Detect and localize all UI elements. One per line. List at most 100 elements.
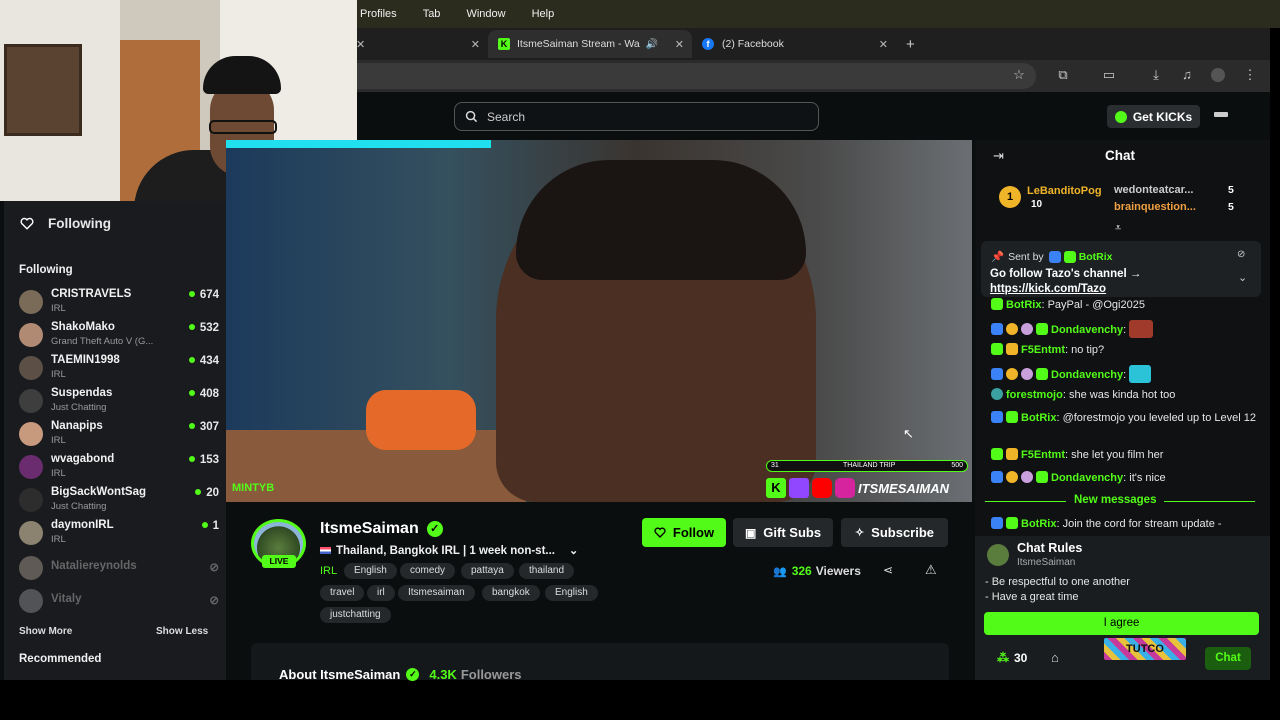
tag-chip[interactable]: Itsmesaiman — [398, 585, 475, 601]
emote-preview[interactable]: TUTCO — [1104, 638, 1186, 660]
about-heading: About ItsmeSaiman ✓ 4.3K Followers — [279, 667, 522, 682]
sidebar-channel-suspendas[interactable]: Suspendas Just Chatting 408 — [19, 387, 219, 417]
get-kicks-button[interactable]: Get KICKs — [1107, 105, 1200, 128]
close-icon[interactable]: ✕ — [879, 38, 888, 51]
tag-chip[interactable]: travel — [320, 585, 365, 601]
menu-help[interactable]: Help — [532, 8, 555, 20]
agree-button[interactable]: I agree — [984, 612, 1259, 635]
bot-badge-icon — [1048, 250, 1061, 263]
search-icon — [465, 110, 478, 123]
category-link[interactable]: IRL — [320, 565, 337, 577]
speaker-icon[interactable]: 🔊 — [646, 39, 658, 50]
kick-logo-icon: K — [766, 478, 786, 498]
extensions-icon[interactable]: ⧉ — [1056, 68, 1070, 82]
pinned-text: Go follow Tazo's channel → — [990, 268, 1142, 280]
sidebar-channel-bigsackwontsag[interactable]: BigSackWontSag Just Chatting 20 — [19, 486, 219, 516]
following-header[interactable]: Following — [20, 216, 111, 231]
profile-avatar-icon[interactable] — [1211, 68, 1225, 82]
gifter-name[interactable]: brainquestion... — [1114, 201, 1196, 213]
chevron-down-icon[interactable]: ⌄ — [1238, 271, 1247, 284]
show-less-link[interactable]: Show Less — [156, 626, 208, 637]
viewers-icon: 👥 — [773, 565, 787, 578]
sidebar-channel-taemin1998[interactable]: TAEMIN1998 IRL 434 — [19, 354, 219, 384]
report-icon[interactable]: ⚠ — [925, 562, 937, 578]
pinned-message: 📌 Sent by BotRix Go follow Tazo's channe… — [981, 241, 1261, 297]
kebab-menu-icon[interactable]: ⋮ — [1243, 68, 1257, 82]
tag-chip[interactable]: irl — [367, 585, 395, 601]
chevron-down-icon[interactable]: ⌄ — [569, 544, 578, 557]
share-icon[interactable]: ⋖ — [883, 563, 893, 577]
tag-chip[interactable]: comedy — [400, 563, 456, 579]
sidebar-channel-daymonirl[interactable]: daymonIRL IRL 1 — [19, 519, 219, 549]
new-messages-label[interactable]: New messages — [1066, 494, 1165, 506]
sidebar-channel-wvagabond[interactable]: wvagabond IRL 153 — [19, 453, 219, 483]
twitch-logo-icon — [789, 478, 809, 498]
chat-message: F5Entmt: she let you film her — [991, 448, 1261, 463]
person-glasses — [209, 120, 277, 134]
gifter-name[interactable]: LeBanditoPog — [1027, 185, 1102, 197]
tag-chip[interactable]: justchatting — [320, 607, 391, 623]
download-icon[interactable]: ⤓ — [1149, 68, 1163, 82]
gift-badge-icon — [1036, 471, 1048, 483]
avatar — [19, 455, 43, 479]
gift-subs-button[interactable]: ▣ Gift Subs — [733, 518, 833, 547]
sidebar-channel-nanapips[interactable]: Nanapips IRL 307 — [19, 420, 219, 450]
collapse-chat-icon[interactable]: ⇥ — [993, 148, 1004, 164]
tag-chip[interactable]: English — [344, 563, 397, 579]
wall-art — [4, 44, 82, 136]
rules-line: - Have a great time — [985, 591, 1079, 603]
unpin-icon[interactable]: ⊘ — [1237, 249, 1245, 260]
user-menu-icon[interactable] — [1214, 112, 1228, 117]
channel-points[interactable]: ⁂ 30 — [997, 651, 1027, 665]
new-tab-button[interactable]: + — [896, 30, 925, 58]
sidebar-channel-cristravels[interactable]: CRISTRAVELS IRL 674 — [19, 288, 219, 318]
store-icon[interactable]: ⌂ — [1051, 650, 1059, 665]
search-input[interactable]: Search — [454, 102, 819, 131]
tag-chip[interactable]: English — [545, 585, 598, 601]
tab-kick[interactable]: K ItsmeSaiman Stream - Wa 🔊 ✕ — [488, 30, 692, 58]
cast-icon[interactable]: ▭ — [1102, 68, 1116, 82]
close-icon[interactable]: ✕ — [471, 38, 480, 51]
media-control-icon[interactable]: ♫ — [1180, 68, 1194, 82]
close-icon[interactable]: ✕ — [675, 38, 684, 51]
tab-facebook[interactable]: f (2) Facebook ✕ — [692, 30, 896, 58]
video-player[interactable]: MINTYB 31 THAILAND TRIP 500 K ITSMESAIMA… — [226, 140, 972, 502]
address-bar[interactable] — [356, 63, 1036, 89]
show-more-link[interactable]: Show More — [19, 626, 72, 637]
close-icon[interactable]: ✕ — [356, 38, 365, 51]
pinned-header: 📌 Sent by BotRix — [991, 250, 1113, 263]
menu-window[interactable]: Window — [466, 8, 505, 20]
rules-line: - Be respectful to one another — [985, 576, 1130, 588]
gifter-name[interactable]: wedonteatcar... — [1114, 184, 1193, 196]
section-following-label: Following — [19, 264, 73, 276]
avatar — [19, 356, 43, 380]
subject-hair — [516, 160, 806, 280]
menu-profiles[interactable]: Profiles — [360, 8, 397, 20]
live-badge: LIVE — [262, 555, 296, 568]
expand-gifters-icon[interactable]: ⩡ — [1115, 222, 1121, 235]
video-top-bar — [226, 140, 491, 148]
sidebar-channel-nataliereynolds[interactable]: Nataliereynolds ⊘ — [19, 554, 219, 584]
streamer-name[interactable]: ItsmeSaiman ✓ — [320, 520, 443, 538]
thailand-flag-icon — [320, 547, 331, 554]
tag-chip[interactable]: bangkok — [482, 585, 540, 601]
sidebar-channel-vitaly[interactable]: Vitaly ⊘ — [19, 587, 219, 617]
sidebar-channel-shakomako[interactable]: ShakoMako Grand Theft Auto V (G... 532 — [19, 321, 219, 351]
verified-badge-icon — [1063, 250, 1076, 263]
avatar — [19, 290, 43, 314]
menu-tab[interactable]: Tab — [423, 8, 441, 20]
follow-button[interactable]: Follow — [642, 518, 726, 547]
mouse-cursor-icon: ↖ — [903, 426, 914, 441]
chat-emote — [1129, 320, 1154, 338]
chat-message: Dondavenchy: — [991, 365, 1261, 383]
bot-badge-icon — [991, 517, 1003, 529]
heart-icon — [20, 217, 34, 230]
tag-chip[interactable]: thailand — [519, 563, 575, 579]
top-gifters: 1 LeBanditoPog 10 wedonteatcar... 5 brai… — [996, 182, 1246, 222]
bookmark-star-icon[interactable]: ☆ — [1012, 68, 1026, 82]
tab-previous[interactable]: ✕ ✕ — [356, 30, 488, 58]
tag-chip[interactable]: pattaya — [461, 563, 514, 579]
send-chat-button[interactable]: Chat — [1205, 647, 1251, 670]
subscribe-button[interactable]: ✧ Subscribe — [841, 518, 948, 547]
pinned-link[interactable]: https://kick.com/Tazo — [990, 283, 1106, 295]
